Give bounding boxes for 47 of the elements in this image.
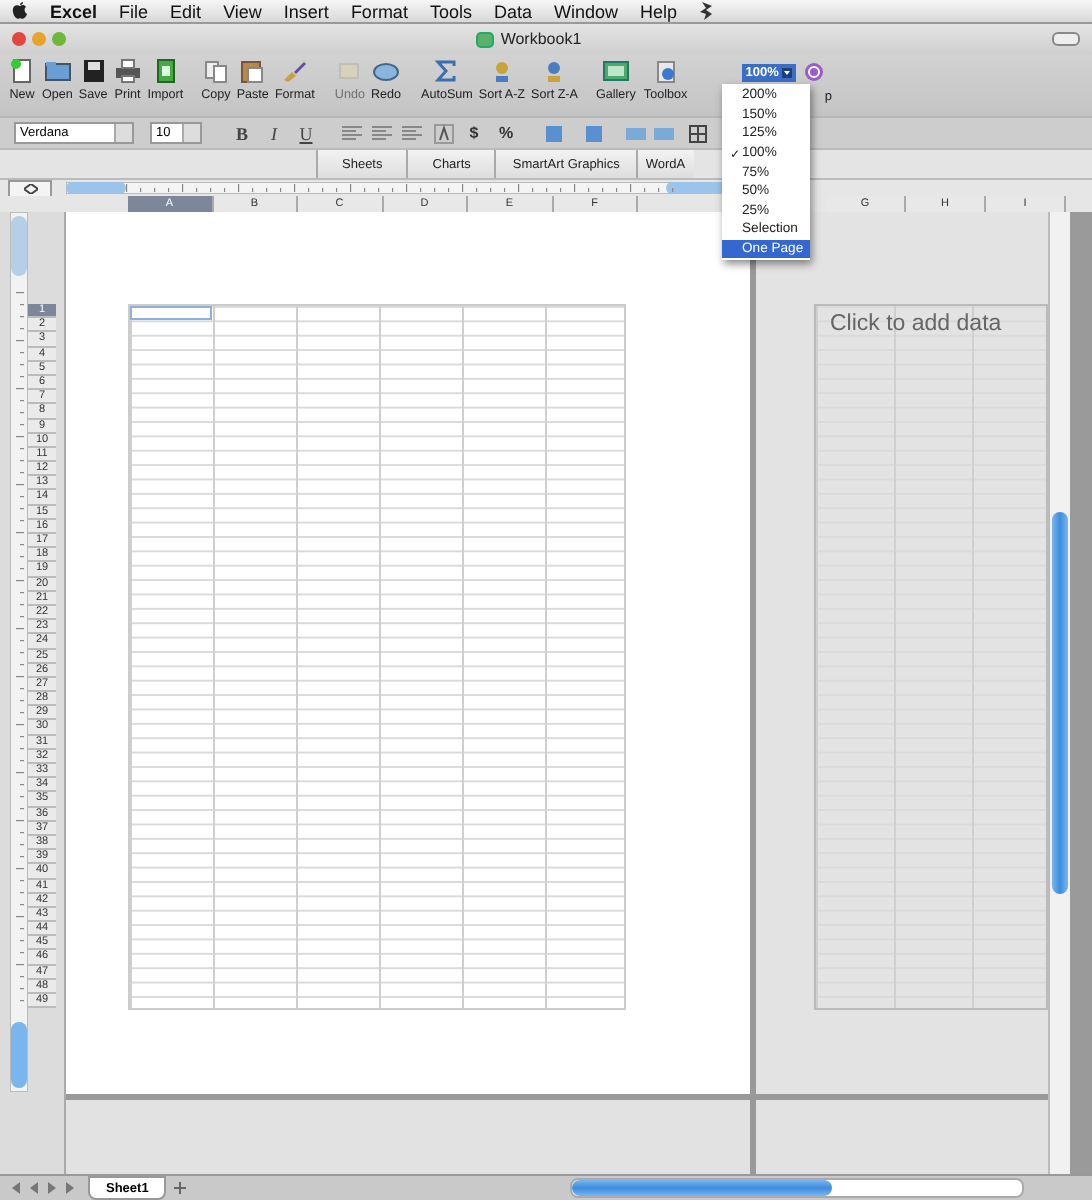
close-button[interactable]: [12, 32, 26, 46]
zoom-button[interactable]: [52, 32, 66, 46]
menu-item[interactable]: Data: [493, 1, 532, 21]
gallery-icon: [601, 58, 630, 84]
help-icon: [804, 62, 825, 82]
number-format-button[interactable]: $: [462, 124, 486, 142]
menu-item[interactable]: Edit: [170, 1, 202, 21]
chart-placeholder-text[interactable]: Click to add data: [830, 312, 1002, 336]
menu-item[interactable]: Help: [640, 1, 678, 21]
workbook-icon: [476, 31, 495, 47]
redo-icon: [371, 58, 400, 84]
brush-icon: [280, 58, 309, 84]
toolbox-icon: [651, 58, 680, 84]
menu-item[interactable]: File: [119, 1, 149, 21]
plus-icon[interactable]: [172, 1180, 189, 1196]
spreadsheet-icon: [151, 58, 180, 84]
menu-item[interactable]: Tools: [429, 1, 472, 21]
folder-icon: [43, 58, 72, 84]
menu-item[interactable]: View: [223, 1, 262, 21]
document-icon: [8, 58, 36, 84]
style-button[interactable]: I: [262, 123, 286, 143]
number-format-button[interactable]: %: [494, 124, 518, 142]
undo-icon: [335, 58, 364, 84]
copy-icon: [201, 58, 230, 84]
toolbar-toggle-button[interactable]: [1052, 32, 1080, 46]
minimize-button[interactable]: [32, 32, 46, 46]
diamond-icon: [23, 183, 37, 193]
printer-icon: [113, 58, 142, 84]
menu-item[interactable]: Window: [553, 1, 618, 21]
script-icon[interactable]: [699, 2, 714, 20]
window-title: Workbook1: [500, 30, 582, 48]
scrollbar-thumb[interactable]: [572, 1180, 833, 1196]
app-menu[interactable]: Excel: [50, 1, 98, 21]
scrollbar-thumb[interactable]: [1052, 512, 1068, 894]
style-button[interactable]: U: [294, 123, 318, 143]
menu-item[interactable]: Format: [350, 1, 408, 21]
horizontal-scrollbar[interactable]: [570, 1178, 1025, 1198]
text-box-icon[interactable]: [434, 123, 454, 143]
clipboard-icon: [238, 58, 267, 84]
selected-cell[interactable]: [130, 306, 212, 320]
menu-item[interactable]: Insert: [283, 1, 329, 21]
alignment-icons-drawing[interactable]: [342, 124, 426, 142]
apple-icon: [12, 2, 28, 20]
scrollbar[interactable]: [1048, 212, 1070, 1174]
style-button[interactable]: B: [230, 123, 254, 143]
sigma-icon: [432, 58, 461, 84]
caret-icon: [782, 68, 793, 78]
